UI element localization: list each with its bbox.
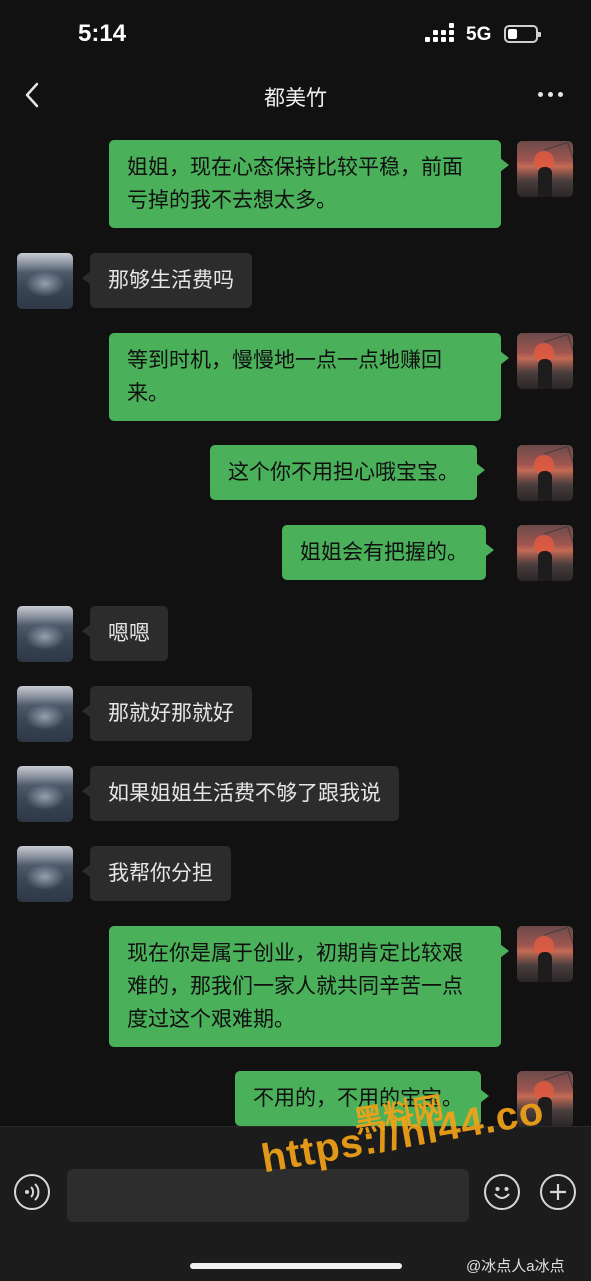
message-bubble[interactable]: 姐姐会有把握的。 [282, 525, 494, 580]
message-text: 现在你是属于创业，初期肯定比较艰难的，那我们一家人就共同辛苦一点度过这个艰难期。 [127, 941, 463, 1031]
message-bubble[interactable]: 我帮你分担 [82, 846, 231, 901]
message-bubble[interactable]: 如果姐姐生活费不够了跟我说 [82, 766, 399, 821]
weibo-credit: @冰点人a冰点 [466, 1258, 565, 1275]
message-text: 等到时机，慢慢地一点一点地赚回来。 [127, 348, 442, 405]
signal-icon [425, 23, 455, 45]
more-dots-icon[interactable] [538, 92, 566, 100]
my-avatar[interactable] [517, 926, 573, 982]
my-avatar[interactable] [517, 525, 573, 581]
my-avatar[interactable] [517, 1071, 573, 1127]
message-text: 这个你不用担心哦宝宝。 [228, 460, 459, 484]
message-bubble[interactable]: 现在你是属于创业，初期肯定比较艰难的，那我们一家人就共同辛苦一点度过这个艰难期。 [109, 926, 509, 1047]
network-label: 5G [466, 24, 492, 45]
status-bar: 5:14 5G [0, 0, 591, 70]
message-text: 姐姐，现在心态保持比较平稳，前面亏掉的我不去想太多。 [127, 155, 463, 212]
message-bubble[interactable]: 那够生活费吗 [82, 253, 252, 308]
message-bubble[interactable]: 等到时机，慢慢地一点一点地赚回来。 [109, 333, 509, 421]
message-text: 不用的，不用的宝宝。 [253, 1086, 463, 1110]
my-avatar[interactable] [517, 445, 573, 501]
friend-avatar[interactable] [17, 766, 73, 822]
message-text: 那就好那就好 [108, 701, 234, 725]
home-indicator [190, 1263, 402, 1269]
friend-avatar[interactable] [17, 686, 73, 742]
friend-avatar[interactable] [17, 606, 73, 662]
friend-avatar[interactable] [17, 253, 73, 309]
chat-title: 都美竹 [264, 86, 327, 110]
my-avatar[interactable] [517, 333, 573, 389]
message-bubble[interactable]: 嗯嗯 [82, 606, 168, 661]
battery-icon [504, 25, 541, 43]
message-text: 姐姐会有把握的。 [300, 540, 468, 564]
message-text: 那够生活费吗 [108, 268, 234, 292]
message-bubble[interactable]: 那就好那就好 [82, 686, 252, 741]
message-text: 我帮你分担 [108, 861, 213, 885]
message-text: 如果姐姐生活费不够了跟我说 [108, 781, 381, 805]
message-text: 嗯嗯 [108, 621, 150, 645]
emoji-icon[interactable] [484, 1174, 520, 1210]
message-bubble[interactable]: 这个你不用担心哦宝宝。 [210, 445, 485, 500]
input-bar: @冰点人a冰点 [0, 1126, 591, 1281]
status-time: 5:14 [78, 20, 127, 47]
friend-avatar[interactable] [17, 846, 73, 902]
chat-header: 都美竹 [0, 70, 591, 122]
my-avatar[interactable] [517, 141, 573, 197]
message-bubble[interactable]: 不用的，不用的宝宝。 [235, 1071, 489, 1126]
message-bubble[interactable]: 姐姐，现在心态保持比较平稳，前面亏掉的我不去想太多。 [109, 140, 509, 228]
voice-icon[interactable] [14, 1174, 50, 1210]
message-input[interactable] [67, 1169, 469, 1222]
plus-icon[interactable] [540, 1174, 576, 1210]
